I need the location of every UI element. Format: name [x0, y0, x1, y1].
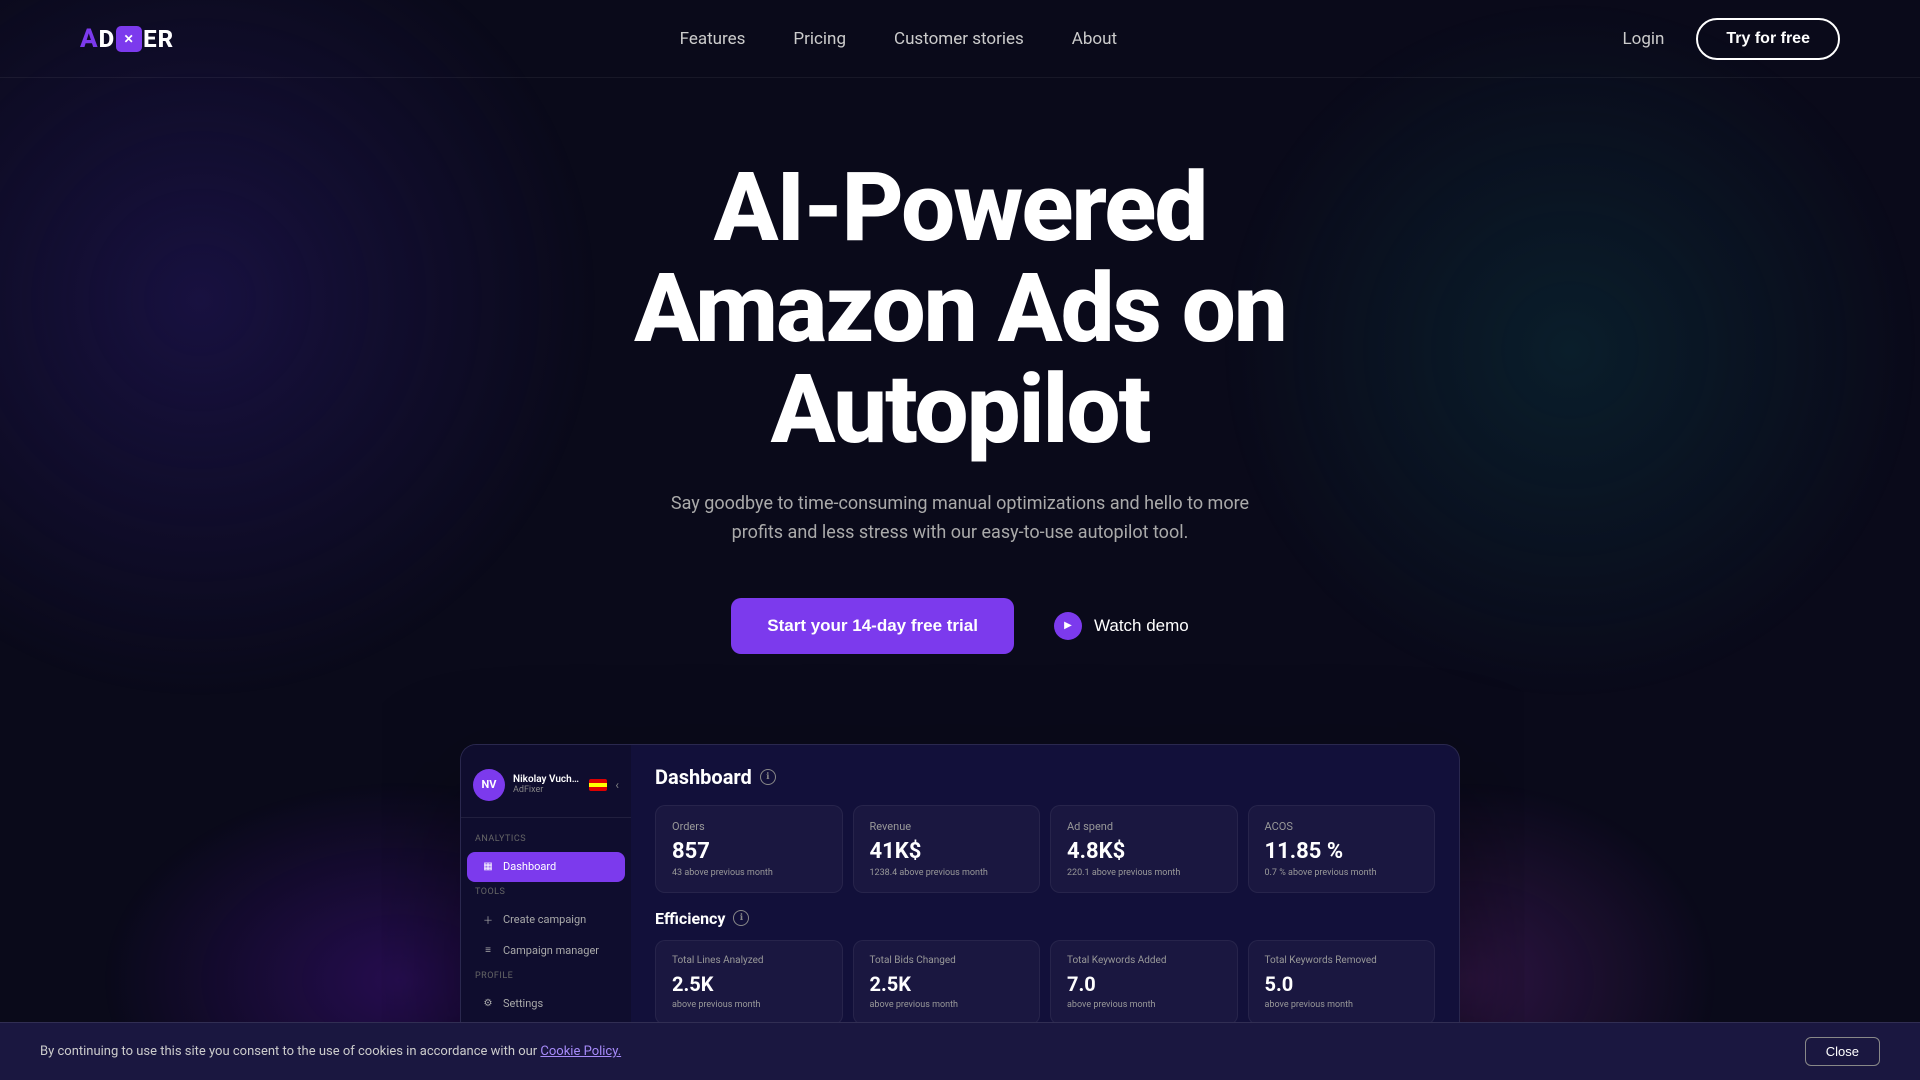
keywords-removed-value: 5.0: [1265, 972, 1419, 996]
sidebar-item-campaign-manager[interactable]: ≡ Campaign manager: [467, 936, 625, 966]
nav-customer-stories[interactable]: Customer stories: [894, 29, 1024, 49]
revenue-change: 1238.4 above previous month: [870, 868, 1024, 878]
sidebar-section-profile: Profile: [461, 967, 631, 985]
stats-grid: Orders 857 43 above previous month Reven…: [655, 805, 1435, 893]
nav-about[interactable]: About: [1072, 29, 1117, 49]
gear-icon: ⚙: [481, 997, 495, 1011]
adspend-label: Ad spend: [1067, 820, 1221, 833]
adspend-change: 220.1 above previous month: [1067, 868, 1221, 878]
keywords-added-value: 7.0: [1067, 972, 1221, 996]
hero-section: AI-Powered Amazon Ads on Autopilot Say g…: [0, 78, 1920, 714]
revenue-value: 41K$: [870, 839, 1024, 864]
logo-d: D: [99, 25, 116, 53]
user-name: Nikolay Vuchkov: [513, 774, 581, 785]
user-initials: NV: [482, 778, 497, 791]
efficiency-section: Efficiency ℹ Total Lines Analyzed 2.5K a…: [655, 909, 1435, 1025]
flag-badge: [589, 779, 607, 791]
hero-subtitle: Say goodbye to time-consuming manual opt…: [660, 490, 1260, 548]
efficiency-header: Efficiency ℹ: [655, 909, 1435, 928]
bids-changed-change: above previous month: [870, 1000, 1024, 1010]
adspend-value: 4.8K$: [1067, 839, 1221, 864]
logo[interactable]: A D ✕ ER: [80, 24, 174, 54]
sidebar-section-tools: Tools: [461, 883, 631, 901]
acos-label: ACOS: [1265, 820, 1419, 833]
lines-analyzed-value: 2.5K: [672, 972, 826, 996]
efficiency-grid: Total Lines Analyzed 2.5K above previous…: [655, 940, 1435, 1025]
sidebar-item-create-campaign[interactable]: ＋ Create campaign: [467, 905, 625, 935]
sidebar-collapse-btn[interactable]: ‹: [615, 778, 619, 792]
dashboard-info-icon[interactable]: ℹ: [760, 769, 776, 785]
cookie-text-content: By continuing to use this site you conse…: [40, 1044, 540, 1059]
keywords-added-label: Total Keywords Added: [1067, 955, 1221, 966]
hero-headline-line3: Autopilot: [771, 354, 1150, 466]
dashboard-main: Dashboard ℹ Orders 857 43 above previous…: [631, 745, 1459, 1045]
sidebar: NV Nikolay Vuchkov AdFixer ‹ Analytics ▦…: [461, 745, 631, 1045]
efficiency-card-keywords-removed: Total Keywords Removed 5.0 above previou…: [1248, 940, 1436, 1025]
list-icon: ≡: [481, 944, 495, 958]
sidebar-item-dashboard[interactable]: ▦ Dashboard: [467, 852, 625, 882]
sidebar-settings-label: Settings: [503, 997, 543, 1010]
efficiency-card-keywords-added: Total Keywords Added 7.0 above previous …: [1050, 940, 1238, 1025]
logo-rest: ER: [143, 25, 174, 53]
user-info: Nikolay Vuchkov AdFixer: [513, 774, 581, 795]
dashboard-preview: NV Nikolay Vuchkov AdFixer ‹ Analytics ▦…: [0, 744, 1920, 1046]
revenue-label: Revenue: [870, 820, 1024, 833]
stat-card-orders: Orders 857 43 above previous month: [655, 805, 843, 893]
nav-right: Login Try for free: [1622, 18, 1840, 60]
sidebar-section-analytics: Analytics: [461, 830, 631, 848]
cookie-close-button[interactable]: Close: [1805, 1037, 1880, 1066]
plus-icon: ＋: [481, 913, 495, 927]
hero-headline-line2: Amazon Ads on: [634, 253, 1286, 365]
logo-a: A: [80, 24, 99, 54]
keywords-added-change: above previous month: [1067, 1000, 1221, 1010]
orders-label: Orders: [672, 820, 826, 833]
chart-icon: ▦: [481, 860, 495, 874]
efficiency-card-lines: Total Lines Analyzed 2.5K above previous…: [655, 940, 843, 1025]
try-for-free-button[interactable]: Try for free: [1696, 18, 1840, 60]
stat-card-adspend: Ad spend 4.8K$ 220.1 above previous mont…: [1050, 805, 1238, 893]
play-icon: ▶: [1054, 612, 1082, 640]
bids-changed-label: Total Bids Changed: [870, 955, 1024, 966]
orders-change: 43 above previous month: [672, 868, 826, 878]
stat-card-acos: ACOS 11.85 % 0.7 % above previous month: [1248, 805, 1436, 893]
cookie-banner: By continuing to use this site you conse…: [0, 1022, 1920, 1080]
keywords-removed-change: above previous month: [1265, 1000, 1419, 1010]
start-trial-button[interactable]: Start your 14-day free trial: [731, 598, 1014, 654]
dashboard-container: NV Nikolay Vuchkov AdFixer ‹ Analytics ▦…: [460, 744, 1460, 1046]
orders-value: 857: [672, 839, 826, 864]
keywords-removed-label: Total Keywords Removed: [1265, 955, 1419, 966]
hero-headline-line1: AI-Powered: [714, 152, 1207, 264]
nav-links: Features Pricing Customer stories About: [680, 29, 1117, 49]
sidebar-dashboard-label: Dashboard: [503, 860, 556, 873]
acos-change: 0.7 % above previous month: [1265, 868, 1419, 878]
sidebar-item-settings[interactable]: ⚙ Settings: [467, 989, 625, 1019]
nav-features[interactable]: Features: [680, 29, 746, 49]
sidebar-user: NV Nikolay Vuchkov AdFixer ‹: [461, 761, 631, 818]
hero-headline: AI-Powered Amazon Ads on Autopilot: [20, 158, 1900, 460]
watch-demo-label: Watch demo: [1094, 616, 1189, 636]
navbar: A D ✕ ER Features Pricing Customer stori…: [0, 0, 1920, 78]
hero-buttons: Start your 14-day free trial ▶ Watch dem…: [20, 598, 1900, 654]
user-avatar: NV: [473, 769, 505, 801]
watch-demo-button[interactable]: ▶ Watch demo: [1054, 612, 1189, 640]
user-brand: AdFixer: [513, 785, 581, 795]
bids-changed-value: 2.5K: [870, 972, 1024, 996]
lines-analyzed-change: above previous month: [672, 1000, 826, 1010]
acos-value: 11.85 %: [1265, 839, 1419, 864]
dashboard-header: Dashboard ℹ: [655, 765, 1435, 789]
cookie-policy-link[interactable]: Cookie Policy.: [540, 1044, 621, 1059]
login-link[interactable]: Login: [1622, 29, 1664, 49]
logo-box-icon: ✕: [116, 26, 142, 52]
cookie-text: By continuing to use this site you conse…: [40, 1044, 621, 1059]
efficiency-info-icon[interactable]: ℹ: [733, 910, 749, 926]
sidebar-create-campaign-label: Create campaign: [503, 913, 586, 926]
stat-card-revenue: Revenue 41K$ 1238.4 above previous month: [853, 805, 1041, 893]
efficiency-title: Efficiency: [655, 909, 725, 928]
lines-analyzed-label: Total Lines Analyzed: [672, 955, 826, 966]
efficiency-card-bids: Total Bids Changed 2.5K above previous m…: [853, 940, 1041, 1025]
sidebar-campaign-manager-label: Campaign manager: [503, 944, 599, 957]
nav-pricing[interactable]: Pricing: [793, 29, 846, 49]
dashboard-title: Dashboard: [655, 765, 752, 789]
